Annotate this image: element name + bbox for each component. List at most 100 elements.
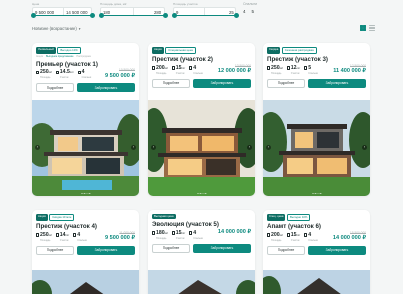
divider — [63, 8, 64, 15]
chevron-down-icon: ▾ — [78, 26, 81, 31]
house-photo[interactable]: ‹ › — [148, 100, 255, 196]
area-icon — [152, 66, 156, 70]
spec-plot: 15сот Участок — [286, 232, 300, 243]
promo-tag: Акция — [36, 55, 43, 59]
details-button[interactable]: Подробнее — [267, 78, 305, 88]
plot-slider-track[interactable] — [174, 15, 235, 16]
plot-slider-min-handle[interactable] — [172, 13, 177, 18]
house-title[interactable]: Престиж (участок 3) — [267, 56, 366, 63]
price-slider-min-handle[interactable] — [31, 13, 36, 18]
bed-icon — [73, 233, 77, 237]
area-slider-min-handle[interactable] — [99, 13, 104, 18]
prev-photo-arrow[interactable]: ‹ — [266, 145, 271, 150]
book-button[interactable]: Забронировать — [77, 245, 135, 255]
status-badge: Уникальный — [36, 47, 56, 54]
price: 14 000 000 ₽ — [217, 229, 251, 236]
price-slider-track[interactable] — [33, 15, 91, 16]
spec-bedrooms: 4 Спальни — [73, 232, 87, 243]
book-button[interactable]: Забронировать — [308, 78, 366, 88]
sort-label: Новизне (возрастание) — [32, 26, 77, 31]
house-photo[interactable]: ‹ › — [263, 100, 370, 196]
area-slider-track[interactable] — [101, 15, 164, 16]
house-title[interactable]: Престиж (участок 2) — [152, 56, 251, 63]
house-title[interactable]: Эволюция (участок 5) — [152, 221, 251, 228]
details-button[interactable]: Подробнее — [36, 83, 74, 93]
spec-bedrooms: 4 Спальни — [304, 232, 318, 243]
plot-icon — [171, 66, 175, 70]
house-photo[interactable]: ‹ › — [32, 100, 139, 196]
prev-photo-arrow[interactable]: ‹ — [35, 145, 40, 150]
bedrooms-option-4[interactable]: 4 — [243, 9, 246, 14]
next-photo-arrow[interactable]: › — [362, 145, 367, 150]
book-button[interactable]: Забронировать — [77, 83, 135, 93]
status-badge: Спец. цена — [267, 214, 286, 221]
area-icon — [36, 70, 40, 75]
price-range-input[interactable]: 9 500 000 14 500 000 — [31, 7, 95, 18]
divider — [133, 8, 134, 15]
house-card: Акция Скидка 10 млн Престиж (участок 4) … — [32, 210, 139, 294]
spec-area: 180м2 Площадь — [152, 230, 168, 241]
spec-bedrooms: 4 Спальни — [189, 230, 203, 241]
house-card: Скидка Сезонная распродажа Престиж (учас… — [263, 43, 370, 196]
divider — [204, 8, 205, 15]
price: 11 400 000 ₽ — [333, 68, 366, 75]
details-button[interactable]: Подробнее — [36, 245, 74, 255]
status-badge: Специальная цена — [165, 47, 196, 54]
list-view-icon[interactable] — [369, 25, 375, 31]
price: 9 500 000 ₽ — [105, 235, 135, 242]
house-photo[interactable] — [32, 270, 139, 294]
house-card: Спец. цена Выгодно 10% Апамт (участок 6)… — [263, 210, 370, 294]
spec-area: 250м2 Площадь — [36, 70, 52, 80]
next-photo-arrow[interactable]: › — [131, 145, 136, 150]
spec-area: 200м2 Площадь — [152, 65, 168, 76]
status-badge: Акция — [152, 47, 164, 54]
status-badge: Сезонная распродажа — [281, 47, 317, 54]
prev-photo-arrow[interactable]: ‹ — [151, 145, 156, 150]
plot-icon — [286, 66, 290, 70]
details-button[interactable]: Подробнее — [152, 243, 190, 253]
area-icon — [267, 66, 271, 70]
photo-pagination — [197, 192, 206, 194]
area-icon — [152, 231, 156, 235]
promo-tag: Выгодное предложение — [45, 55, 74, 59]
old-price: 10 500 000 — [119, 68, 135, 73]
plot-slider-max-handle[interactable] — [234, 13, 239, 18]
spec-plot: 14.5сот Участок — [55, 70, 74, 80]
spec-plot: 15сот Участок — [171, 230, 185, 241]
area-slider-max-handle[interactable] — [163, 13, 168, 18]
details-button[interactable]: Подробнее — [267, 245, 305, 255]
filter-bar: Цена 9 500 000 14 500 000 Площадь дома, … — [0, 0, 403, 22]
bedrooms-option-5[interactable]: 5 — [252, 9, 255, 14]
grid-view-icon[interactable] — [360, 25, 366, 31]
house-photo[interactable] — [263, 270, 370, 294]
area-icon — [267, 233, 271, 237]
spec-area: 250м2 Площадь — [267, 65, 283, 76]
house-title[interactable]: Апамт (участок 6) — [267, 223, 366, 230]
details-button[interactable]: Подробнее — [152, 78, 190, 88]
book-button[interactable]: Забронировать — [193, 78, 251, 88]
house-title[interactable]: Престиж (участок 4) — [36, 223, 135, 230]
house-title[interactable]: Премьер (участок 1) — [36, 61, 135, 68]
price-filter: Цена 9 500 000 14 500 000 — [31, 2, 95, 18]
price: 9 500 000 ₽ — [105, 72, 135, 79]
plot-filter: Площадь участка 9 25 — [172, 2, 239, 18]
bedrooms-filter-label: Спальни — [243, 2, 258, 6]
price-slider-max-handle[interactable] — [90, 13, 95, 18]
house-card: Акция Специальная цена Престиж (участок … — [148, 43, 255, 196]
photo-pagination — [81, 192, 90, 194]
bed-icon — [304, 233, 308, 237]
area-range-input[interactable]: 180 280 — [99, 7, 168, 18]
next-photo-arrow[interactable]: › — [247, 145, 252, 150]
house-card: Уникальный Выгодно 10% Акция Выгодное пр… — [32, 43, 139, 196]
book-button[interactable]: Забронировать — [193, 243, 251, 253]
spec-plot: 12сот Участок — [286, 65, 300, 76]
bed-icon — [189, 231, 193, 235]
house-photo[interactable] — [148, 270, 255, 294]
area-icon — [36, 233, 40, 237]
plot-icon — [171, 231, 175, 235]
book-button[interactable]: Забронировать — [308, 245, 366, 255]
plot-range-input[interactable]: 9 25 — [172, 7, 239, 18]
area-filter-label: Площадь дома, м2 — [100, 2, 127, 6]
sort-dropdown[interactable]: Новизне (возрастание) ▾ — [32, 26, 81, 31]
spec-plot: 14сот Участок — [55, 232, 69, 243]
